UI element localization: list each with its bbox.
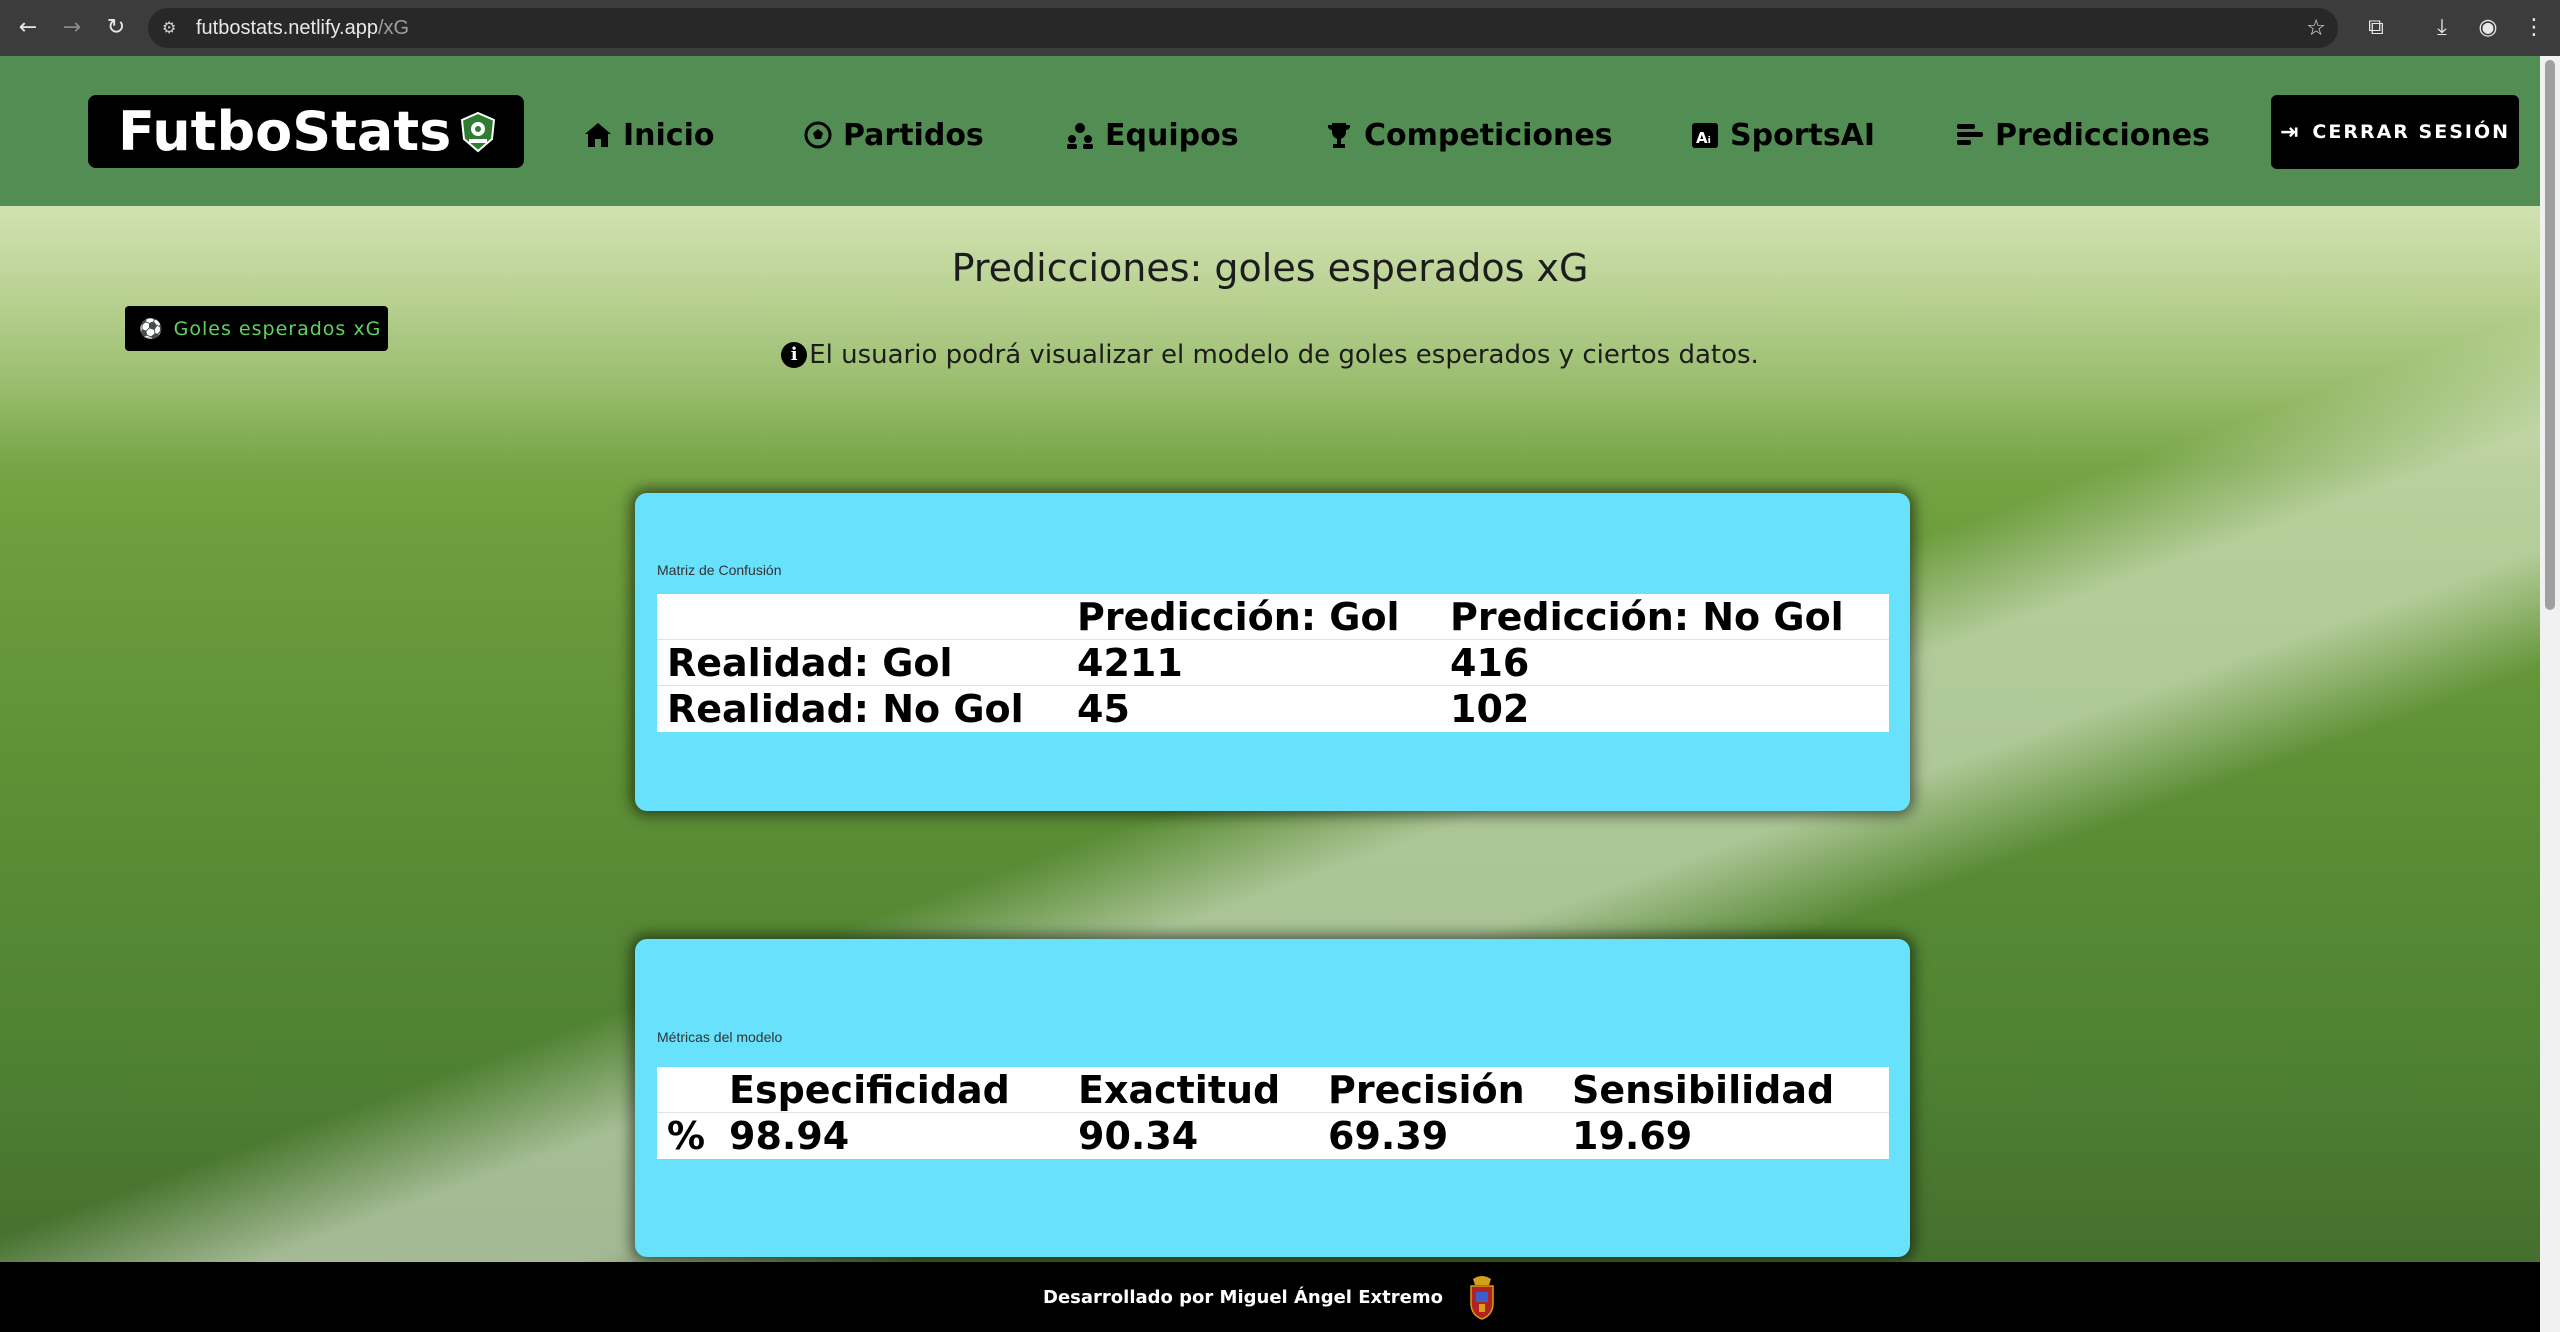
trophy-icon: [1327, 123, 1351, 148]
row-label: Realidad: No Gol: [667, 687, 1024, 731]
bars-icon: [1957, 124, 1983, 145]
row-label: Realidad: Gol: [667, 641, 953, 685]
nav-label: Inicio: [623, 117, 715, 153]
browser-toolbar: ← → ↻ ⚙ futbostats.netlify.app/xG ☆ ⧉ ⤓ …: [0, 0, 2560, 56]
page-scrollbar[interactable]: [2540, 56, 2560, 1332]
table-row: Realidad: Gol 4211 416: [657, 640, 1889, 686]
row-label: %: [667, 1114, 706, 1158]
nav-label: Competiciones: [1364, 117, 1613, 153]
url-text[interactable]: futbostats.netlify.app/xG: [196, 17, 409, 39]
nav-label: Predicciones: [1995, 117, 2210, 153]
table-cell: 4211: [1077, 641, 1183, 685]
download-icon[interactable]: ⤓: [2428, 14, 2456, 42]
table-header-row: Especificidad Exactitud Precisión Sensib…: [657, 1067, 1889, 1113]
svg-text:Aᵢ: Aᵢ: [1696, 129, 1711, 147]
table-cell: 98.94: [729, 1114, 850, 1158]
card-caption: Matriz de Confusión: [657, 562, 782, 578]
nav-equipos[interactable]: Equipos: [1065, 115, 1239, 155]
brand-logo-link[interactable]: FutboStats: [88, 95, 524, 168]
footer-credit: Desarrollado por Miguel Ángel Extremo: [1043, 1286, 1443, 1308]
profile-avatar-icon[interactable]: ◉: [2474, 14, 2502, 42]
nav-label: Equipos: [1105, 117, 1239, 153]
nav-partidos[interactable]: Partidos: [803, 115, 984, 155]
reload-icon[interactable]: ↻: [102, 14, 130, 42]
scrollbar-thumb[interactable]: [2545, 60, 2555, 610]
ai-icon: Aᵢ: [1692, 123, 1718, 148]
logout-label: CERRAR SESIÓN: [2312, 121, 2511, 143]
nav-predicciones[interactable]: Predicciones: [1955, 115, 2210, 155]
back-icon[interactable]: ←: [14, 14, 42, 42]
table-cell: 19.69: [1572, 1114, 1693, 1158]
table-header-cell: Especificidad: [729, 1068, 1010, 1112]
nav-inicio[interactable]: Inicio: [583, 115, 714, 155]
page-title: Predicciones: goles esperados xG: [951, 246, 1589, 290]
card-caption: Métricas del modelo: [657, 1029, 783, 1045]
table-header-cell: Sensibilidad: [1572, 1068, 1835, 1112]
table-row: Realidad: No Gol 45 102: [657, 686, 1889, 732]
confusion-matrix-table: Predicción: Gol Predicción: No Gol Reali…: [657, 594, 1889, 732]
shield-logo-icon: [460, 111, 496, 153]
confusion-matrix-card: Matriz de Confusión Predicción: Gol Pred…: [635, 493, 1910, 811]
table-header-cell: Predicción: No Gol: [1450, 595, 1844, 639]
table-cell: 45: [1077, 687, 1130, 731]
table-header-cell: Exactitud: [1078, 1068, 1281, 1112]
nav-label: Partidos: [843, 117, 984, 153]
site-header: FutboStats Inicio Partidos Equipos Compe…: [0, 56, 2540, 206]
nav-competiciones[interactable]: Competiciones: [1324, 115, 1613, 155]
table-cell: 69.39: [1328, 1114, 1449, 1158]
logout-button[interactable]: ⇥ CERRAR SESIÓN: [2271, 95, 2519, 169]
coat-of-arms-icon: [1470, 1276, 1494, 1320]
table-header-row: Predicción: Gol Predicción: No Gol: [657, 594, 1889, 640]
table-cell: 102: [1450, 687, 1530, 731]
extensions-icon[interactable]: ⧉: [2362, 14, 2390, 42]
table-cell: 90.34: [1078, 1114, 1199, 1158]
table-row: % 98.94 90.34 69.39 19.69: [657, 1113, 1889, 1159]
tab-label: Goles esperados xG: [173, 317, 382, 340]
table-header-cell: Precisión: [1328, 1068, 1525, 1112]
team-icon: [1067, 123, 1093, 149]
url-path: /xG: [377, 17, 410, 39]
forward-icon[interactable]: →: [58, 14, 86, 42]
description-text: El usuario podrá visualizar el modelo de…: [809, 340, 1759, 370]
address-bar[interactable]: ⚙ futbostats.netlify.app/xG ☆: [148, 8, 2338, 48]
main-content: Predicciones: goles esperados xG ⚽ Goles…: [0, 206, 2540, 1262]
soccer-ball-icon: ⚽: [139, 318, 164, 340]
page-description: i El usuario podrá visualizar el modelo …: [0, 340, 2540, 370]
brand-name: FutboStats: [118, 100, 452, 163]
soccer-ball-icon: [804, 121, 832, 149]
site-info-icon[interactable]: ⚙: [162, 17, 184, 39]
nav-label: SportsAI: [1730, 117, 1876, 153]
logout-icon: ⇥: [2279, 119, 2301, 145]
home-icon: [585, 123, 611, 147]
table-cell: 416: [1450, 641, 1530, 685]
site-footer: Desarrollado por Miguel Ángel Extremo: [0, 1262, 2540, 1332]
nav-sportsai[interactable]: Aᵢ SportsAI: [1690, 115, 1875, 155]
table-header-cell: Predicción: Gol: [1077, 595, 1400, 639]
metrics-table: Especificidad Exactitud Precisión Sensib…: [657, 1067, 1889, 1159]
url-host: futbostats.netlify.app: [196, 17, 378, 39]
bookmark-star-icon[interactable]: ☆: [2306, 16, 2326, 41]
info-icon: i: [781, 342, 808, 368]
menu-kebab-icon[interactable]: ⋮: [2520, 14, 2548, 42]
model-metrics-card: Métricas del modelo Especificidad Exacti…: [635, 939, 1910, 1257]
